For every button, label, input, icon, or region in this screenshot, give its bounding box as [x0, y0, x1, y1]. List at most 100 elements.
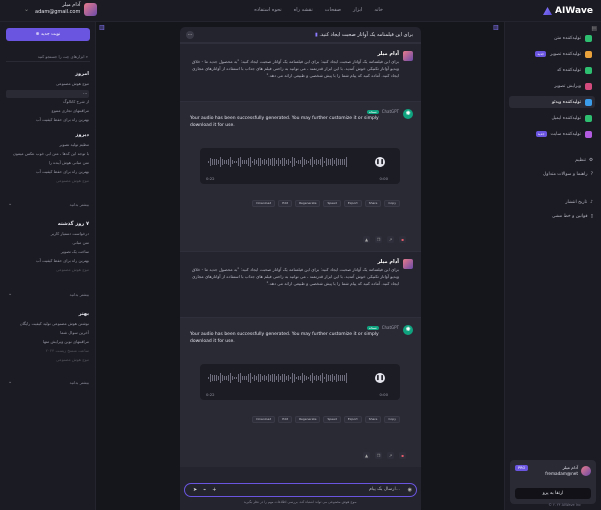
time-current: 0:00 — [379, 176, 388, 181]
nav-how-to[interactable]: نحوه استفاده — [254, 7, 281, 13]
input-placeholder: ارسال یک پیام... — [368, 487, 400, 492]
thumbs-up-icon[interactable]: ▲ — [363, 236, 370, 243]
mic-icon[interactable]: ◉ — [408, 487, 412, 493]
chip-copy[interactable]: Copy — [384, 416, 400, 423]
waveform-bar — [340, 375, 341, 381]
waveform-bar — [208, 161, 209, 163]
list-item[interactable]: بهترین راه برای حفظ کیفیت آب — [6, 258, 89, 263]
chip-edit[interactable]: Edit — [278, 200, 293, 207]
settings-link[interactable]: تنظیم ⚙ — [575, 158, 593, 163]
waveform-bar — [254, 159, 255, 165]
list-item[interactable]: تنظیم تولید تصویر — [6, 142, 89, 147]
list-item[interactable]: متن مبانی هوش آینده را — [6, 160, 89, 165]
terms-link[interactable]: قوانین و خط مشی ▯ — [552, 214, 593, 219]
bot-message: ✺ نسخه ChatGPT Your audio has been succes… — [180, 101, 421, 251]
list-item[interactable]: با توجه این کدها ، متن ابی خوب عکس میمون — [6, 151, 89, 156]
sidebar-item-email-generator[interactable]: تولیدکننده ایمیل — [509, 112, 595, 124]
list-item[interactable]: موج هوش مصنوعی — [6, 178, 89, 183]
plus-icon[interactable]: + — [212, 487, 216, 493]
user-message: آدام میلر برای این فیلمنامه یک آواتار صح… — [180, 251, 421, 317]
message-input[interactable]: ◉ ارسال یک پیام... ➤ ⌁ + — [184, 483, 417, 497]
list-item[interactable]: ... — [6, 90, 89, 98]
more-options-icon[interactable]: … — [186, 31, 194, 39]
list-item[interactable]: متن مبانی — [6, 240, 89, 245]
waveform-bar — [214, 159, 215, 165]
right-panel-toggle-icon[interactable]: ▥ — [493, 24, 499, 31]
attach-icon[interactable]: ⌁ — [203, 487, 206, 493]
sidebar-toggle-icon[interactable]: ▤ — [591, 25, 597, 32]
pause-button[interactable]: ❚❚ — [375, 157, 385, 167]
chip-copy[interactable]: Copy — [384, 200, 400, 207]
see-more-link[interactable]: بیشتر بدانید — [70, 292, 89, 297]
nav-roadmap[interactable]: نقشه راه — [294, 7, 313, 13]
list-item[interactable]: بهترین راه برای حفظ کیفیت آب — [6, 169, 89, 174]
new-chat-button[interactable]: ⊕ نوبت جدید — [6, 28, 90, 41]
chat-search-input[interactable]: ابزارهای چت را جستجو کنید ⌕ — [6, 52, 90, 62]
chevron-down-icon[interactable]: ⌄ — [8, 201, 12, 207]
nav-tools[interactable]: ابزار — [353, 7, 362, 13]
waveform-bar — [220, 373, 221, 383]
help-link[interactable]: راهنما و سوالات متداول? — [543, 172, 593, 177]
trash-icon[interactable]: ▪ — [399, 236, 406, 243]
chip-regenerate[interactable]: Regenerate — [295, 416, 321, 423]
waveform-bar — [230, 156, 231, 168]
list-item[interactable]: موج هوش مصنوعی — [6, 81, 89, 86]
chevron-down-icon[interactable]: ⌄ — [8, 379, 12, 385]
list-item[interactable]: نوشتن هوش مصنوعی تولید کیفیت رایگان — [6, 321, 89, 326]
share-icon[interactable]: ↗ — [387, 452, 394, 459]
sidebar-item-code-generator[interactable]: تولیدکننده کد — [509, 64, 595, 76]
send-icon[interactable]: ➤ — [193, 487, 197, 493]
chip-edit[interactable]: Edit — [278, 416, 293, 423]
waveform-bar — [282, 157, 283, 167]
waveform-bar — [284, 373, 285, 383]
list-item[interactable]: ساعت منسخ زیست ۲۰۲۴ — [6, 348, 89, 353]
list-item[interactable]: بهترین راه برای حفظ کیفیت آب — [6, 117, 89, 122]
sidebar-item-text-generator[interactable]: تولیدکننده متن — [509, 32, 595, 44]
chip-regenerate[interactable]: Regenerate — [295, 200, 321, 207]
chip-export[interactable]: Export — [343, 416, 362, 423]
sidebar-item-image-generator[interactable]: جدید تولیدکننده تصویر — [509, 48, 595, 60]
thumbs-up-icon[interactable]: ▲ — [363, 452, 370, 459]
chip-download[interactable]: Download — [252, 200, 276, 207]
nav-pages[interactable]: صفحات — [325, 7, 341, 13]
waveform-bar — [270, 159, 271, 165]
see-more-link[interactable]: بیشتر بدانید — [70, 380, 89, 385]
bot-author: نسخه ChatGPT — [366, 109, 399, 114]
chat-header: برای این فیلمنامه یک آواتار صحبت ایجاد ک… — [180, 27, 421, 43]
trash-icon[interactable]: ▪ — [399, 452, 406, 459]
waveform-bar — [328, 375, 329, 381]
list-item[interactable]: ساخت یک تصویر — [6, 249, 89, 254]
brand-logo[interactable]: AIWave — [543, 6, 593, 16]
list-item[interactable]: آخرین سوال شما — [6, 330, 89, 335]
list-item[interactable]: موج هوش مصنوعی — [6, 267, 89, 272]
share-icon[interactable]: ↗ — [387, 236, 394, 243]
message-text: Your audio has been successfully generat… — [190, 332, 379, 344]
see-more-link[interactable]: بیشتر بدانید — [70, 202, 89, 207]
upgrade-button[interactable]: ارتقا به پرو — [515, 488, 591, 499]
list-item[interactable]: درخواست دستیار کاربر — [6, 231, 89, 236]
sidebar-item-image-editor[interactable]: ویرایش تصویر — [509, 80, 595, 92]
chip-share[interactable]: Share — [364, 200, 382, 207]
list-item[interactable]: از شرح کاتالوگ — [6, 99, 89, 104]
sidebar-item-site-generator[interactable]: جدید تولیدکننده سایت — [509, 128, 595, 140]
list-item[interactable]: مراقبتهای تجاری متنوع — [6, 108, 89, 113]
sidebar-item-video-generator[interactable]: تولیدکننده ویدئو — [509, 96, 595, 108]
chip-share[interactable]: Share — [364, 416, 382, 423]
list-item[interactable]: موج هوش مصنوعی — [6, 357, 89, 362]
chip-speed[interactable]: Speed — [323, 416, 341, 423]
chip-export[interactable]: Export — [343, 200, 362, 207]
waveform-bar — [252, 376, 253, 380]
user-menu[interactable]: ⌄ آدام میلر adam@gmail.com — [24, 2, 98, 16]
waveform-bar — [290, 376, 291, 380]
chip-speed[interactable]: Speed — [323, 200, 341, 207]
chip-download[interactable]: Download — [252, 416, 276, 423]
pause-button[interactable]: ❚❚ — [375, 373, 385, 383]
nav-home[interactable]: خانه — [374, 7, 383, 13]
waveform-bar — [212, 374, 213, 382]
left-panel-toggle-icon[interactable]: ▥ — [99, 24, 105, 31]
list-item[interactable]: مراقبتهای نوین ویرایش متها — [6, 339, 89, 344]
copy-icon[interactable]: ❐ — [375, 236, 382, 243]
chevron-down-icon[interactable]: ⌄ — [8, 291, 12, 297]
history-link[interactable]: تاریخ انتشار ♪ — [565, 200, 593, 205]
copy-icon[interactable]: ❐ — [375, 452, 382, 459]
